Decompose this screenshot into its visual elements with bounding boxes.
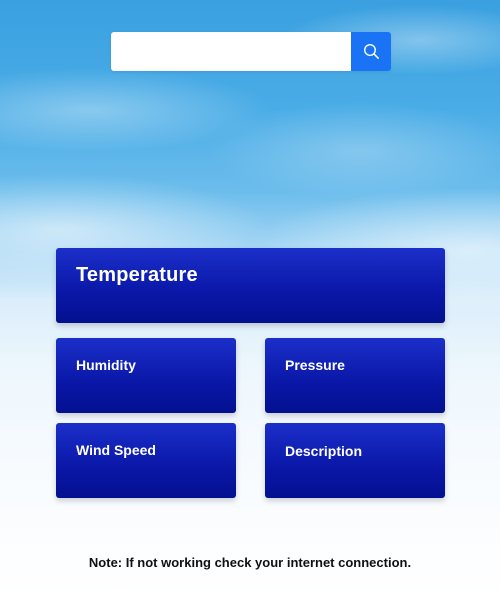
temperature-label: Temperature <box>76 264 198 286</box>
connection-note: Note: If not working check your internet… <box>88 555 412 570</box>
search-input[interactable] <box>111 32 351 71</box>
wind-speed-label: Wind Speed <box>76 442 156 458</box>
search-bar <box>111 32 391 71</box>
search-icon <box>363 43 380 60</box>
temperature-card: Temperature <box>56 248 445 323</box>
pressure-card: Pressure <box>265 338 445 413</box>
humidity-label: Humidity <box>76 357 136 373</box>
humidity-card: Humidity <box>56 338 236 413</box>
pressure-label: Pressure <box>285 357 345 373</box>
description-label: Description <box>285 443 363 459</box>
search-button[interactable] <box>351 32 391 71</box>
description-card: Description <box>265 423 445 498</box>
wind-speed-card: Wind Speed <box>56 423 236 498</box>
